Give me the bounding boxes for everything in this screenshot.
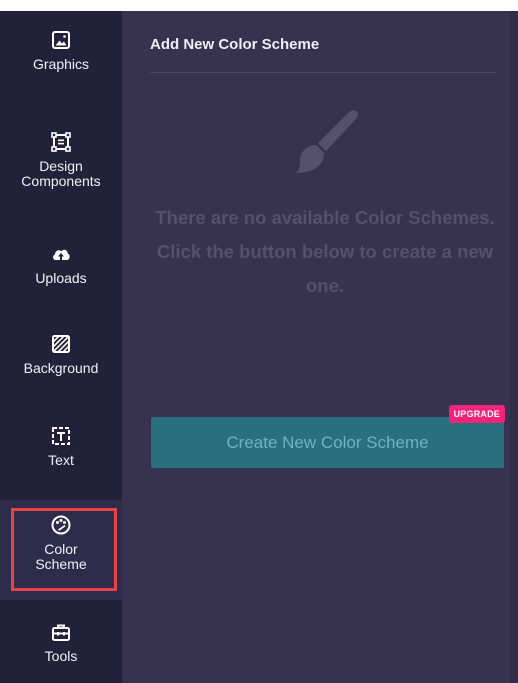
paint-brush-icon <box>296 110 359 173</box>
sidebar-item-graphics[interactable]: Graphics <box>0 29 122 99</box>
toolbox-icon <box>52 624 70 641</box>
editor-app: Graphics Design Components Uploads Backg… <box>0 11 518 683</box>
create-button-label: Create New Color Scheme <box>226 432 429 452</box>
palette-icon <box>51 515 71 535</box>
sidebar-item-label: Graphics <box>32 56 90 72</box>
sidebar-item-label: Color Scheme <box>35 541 87 572</box>
title-divider <box>150 72 496 73</box>
sidebar-item-label: Tools <box>44 648 78 664</box>
sidebar-item-design-components[interactable]: Design Components <box>0 131 122 211</box>
image-icon <box>52 31 70 49</box>
create-color-scheme-button[interactable]: Create New Color Scheme UPGRADE <box>151 405 505 468</box>
empty-state-message: There are no available Color Schemes. Cl… <box>155 207 495 296</box>
sidebar-item-uploads[interactable]: Uploads <box>0 243 122 303</box>
sidebar-item-label: Text <box>48 452 74 468</box>
sidebar-item-color-scheme[interactable]: Color Scheme <box>0 500 122 600</box>
cloud-upload-icon <box>53 249 70 260</box>
color-scheme-panel: Add New Color Scheme There are no availa… <box>122 11 518 683</box>
components-icon <box>51 132 71 152</box>
panel-scroll-edge <box>510 11 518 683</box>
sidebar-item-tools[interactable]: Tools <box>0 621 122 681</box>
left-sidebar: Graphics Design Components Uploads Backg… <box>0 11 122 683</box>
hatch-background-icon <box>52 335 70 353</box>
sidebar-item-label: Design Components <box>21 158 101 189</box>
upgrade-badge: UPGRADE <box>448 405 505 423</box>
sidebar-item-label: Background <box>23 360 99 376</box>
sidebar-item-background[interactable]: Background <box>0 333 122 403</box>
text-box-icon <box>52 427 70 445</box>
sidebar-item-label: Uploads <box>35 270 87 286</box>
sidebar-item-text[interactable]: Text <box>0 425 122 495</box>
panel-title: Add New Color Scheme <box>150 36 320 53</box>
